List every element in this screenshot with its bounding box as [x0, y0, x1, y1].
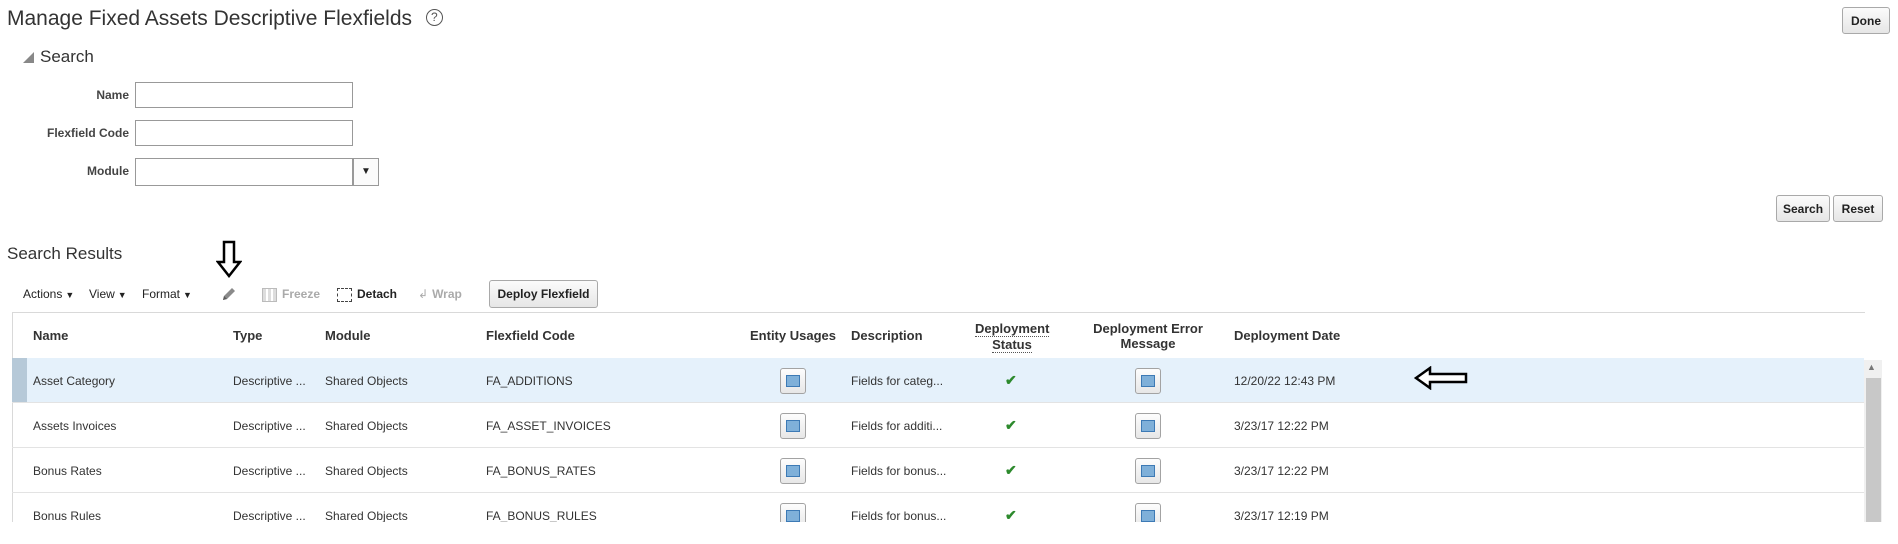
- column-header-type[interactable]: Type: [233, 328, 262, 343]
- cell-module: Shared Objects: [325, 509, 408, 523]
- cell-flexfield-code: FA_BONUS_RATES: [486, 464, 596, 478]
- column-header-flexfield-code[interactable]: Flexfield Code: [486, 328, 575, 343]
- column-header-description[interactable]: Description: [851, 328, 923, 343]
- checkmark-icon: ✔: [1005, 372, 1017, 388]
- flexfield-code-label: Flexfield Code: [46, 126, 129, 140]
- header-line: Status: [992, 337, 1032, 353]
- error-message-icon[interactable]: [1135, 413, 1161, 439]
- wrap-icon: ↲: [418, 287, 429, 301]
- error-message-icon[interactable]: [1135, 458, 1161, 484]
- cell-module: Shared Objects: [325, 374, 408, 388]
- pencil-icon[interactable]: [220, 285, 238, 308]
- detach-label: Detach: [357, 287, 398, 301]
- module-dropdown-button[interactable]: ▼: [353, 158, 379, 186]
- column-header-deployment-date[interactable]: Deployment Date: [1234, 328, 1340, 343]
- cell-flexfield-code: FA_ADDITIONS: [486, 374, 573, 388]
- checkmark-icon: ✔: [1005, 462, 1017, 478]
- wrap-label: Wrap: [432, 287, 462, 301]
- chevron-down-icon: ▼: [361, 166, 371, 177]
- flexfield-code-input[interactable]: [135, 120, 353, 146]
- cell-type: Descriptive ...: [233, 464, 306, 478]
- cell-name: Assets Invoices: [33, 419, 117, 433]
- cell-flexfield-code: FA_BONUS_RULES: [486, 509, 597, 523]
- cell-description: Fields for categ...: [851, 374, 944, 388]
- header-line: Deployment Error: [1093, 321, 1203, 336]
- format-label: Format: [142, 287, 181, 301]
- cell-module: Shared Objects: [325, 419, 408, 433]
- collapse-triangle-icon[interactable]: [23, 52, 34, 63]
- header-line: Deployment: [975, 321, 1050, 337]
- detach-icon: [337, 287, 352, 302]
- cell-name: Bonus Rates: [33, 464, 102, 478]
- cell-type: Descriptive ...: [233, 419, 306, 433]
- module-label: Module: [87, 164, 129, 178]
- column-header-entity-usages[interactable]: Entity Usages: [750, 328, 836, 343]
- done-button[interactable]: Done: [1842, 7, 1890, 34]
- scrollbar-thumb[interactable]: [1866, 378, 1881, 522]
- cell-module: Shared Objects: [325, 464, 408, 478]
- cell-type: Descriptive ...: [233, 374, 306, 388]
- page-title-text: Manage Fixed Assets Descriptive Flexfiel…: [7, 7, 412, 30]
- freeze-button[interactable]: Freeze: [262, 287, 320, 302]
- chevron-down-icon: ▼: [65, 290, 75, 300]
- cell-deployment-date: 12/20/22 12:43 PM: [1234, 374, 1336, 388]
- cell-deployment-date: 3/23/17 12:22 PM: [1234, 464, 1329, 478]
- name-input[interactable]: [135, 82, 353, 108]
- scroll-up-icon[interactable]: ▲: [1867, 362, 1876, 372]
- error-message-icon[interactable]: [1135, 368, 1161, 394]
- search-section-header[interactable]: Search: [40, 47, 94, 67]
- format-menu[interactable]: Format ▼: [142, 287, 192, 301]
- chevron-down-icon: ▼: [117, 290, 127, 300]
- column-header-module[interactable]: Module: [325, 328, 371, 343]
- cell-name: Bonus Rules: [33, 509, 102, 523]
- entity-usages-icon[interactable]: [780, 458, 806, 484]
- column-header-name[interactable]: Name: [33, 328, 68, 343]
- header-line: Message: [1120, 336, 1176, 351]
- cell-type: Descriptive ...: [233, 509, 306, 523]
- column-header-deployment-error-message[interactable]: Deployment Error Message: [1090, 321, 1206, 351]
- deploy-flexfield-button[interactable]: Deploy Flexfield: [489, 280, 598, 308]
- page-title: Manage Fixed Assets Descriptive Flexfiel…: [7, 7, 443, 31]
- name-label: Name: [96, 88, 129, 102]
- freeze-icon: [262, 287, 277, 302]
- page-bottom: [0, 522, 1898, 544]
- view-menu[interactable]: View ▼: [89, 287, 127, 301]
- detach-button[interactable]: Detach: [337, 287, 397, 302]
- view-label: View: [89, 287, 115, 301]
- cell-description: Fields for bonus...: [851, 509, 947, 523]
- cell-deployment-date: 3/23/17 12:22 PM: [1234, 419, 1329, 433]
- chevron-down-icon: ▼: [183, 290, 192, 300]
- row-selection-marker: [12, 358, 27, 402]
- help-icon[interactable]: ?: [425, 8, 443, 26]
- wrap-button[interactable]: ↲ Wrap: [418, 287, 462, 301]
- search-button[interactable]: Search: [1776, 195, 1830, 222]
- cell-description: Fields for additi...: [851, 419, 943, 433]
- checkmark-icon: ✔: [1005, 417, 1017, 433]
- column-header-deployment-status[interactable]: Deployment Status: [975, 321, 1049, 353]
- arrow-down-annotation: [215, 240, 243, 283]
- actions-label: Actions: [23, 287, 63, 301]
- entity-usages-icon[interactable]: [780, 413, 806, 439]
- cell-deployment-date: 3/23/17 12:19 PM: [1234, 509, 1329, 523]
- reset-button[interactable]: Reset: [1833, 195, 1883, 222]
- freeze-label: Freeze: [282, 287, 321, 301]
- module-select[interactable]: [135, 158, 353, 186]
- search-results-header: Search Results: [7, 244, 123, 263]
- arrow-left-annotation: [1413, 365, 1468, 395]
- cell-description: Fields for bonus...: [851, 464, 947, 478]
- actions-menu[interactable]: Actions ▼: [23, 287, 74, 301]
- cell-name: Asset Category: [33, 374, 116, 388]
- entity-usages-icon[interactable]: [780, 368, 806, 394]
- cell-flexfield-code: FA_ASSET_INVOICES: [486, 419, 611, 433]
